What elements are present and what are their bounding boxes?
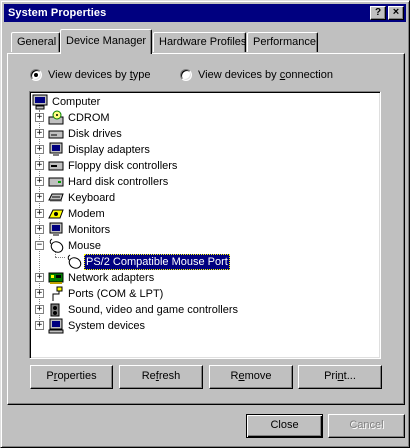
system-properties-window: System Properties ? × General Device Man… (0, 0, 410, 448)
window-title: System Properties (8, 7, 107, 19)
device-manager-panel (7, 53, 405, 405)
tab-device-manager-label: Device Manager (66, 35, 147, 47)
cancel-button[interactable]: Cancel (328, 414, 405, 438)
close-window-button[interactable]: × (388, 6, 404, 20)
tab-performance[interactable]: Performance (247, 32, 318, 52)
close-button[interactable]: Close (246, 414, 323, 438)
tab-device-manager[interactable]: Device Manager (60, 29, 152, 54)
tab-general[interactable]: General (11, 32, 60, 52)
tab-hardware-profiles[interactable]: Hardware Profiles (153, 32, 246, 52)
tab-performance-label: Performance (253, 36, 316, 48)
title-bar[interactable]: System Properties ? × (4, 4, 406, 22)
help-button[interactable]: ? (370, 6, 386, 20)
tab-general-label: General (17, 36, 57, 48)
tab-hardware-profiles-label: Hardware Profiles (159, 36, 247, 48)
